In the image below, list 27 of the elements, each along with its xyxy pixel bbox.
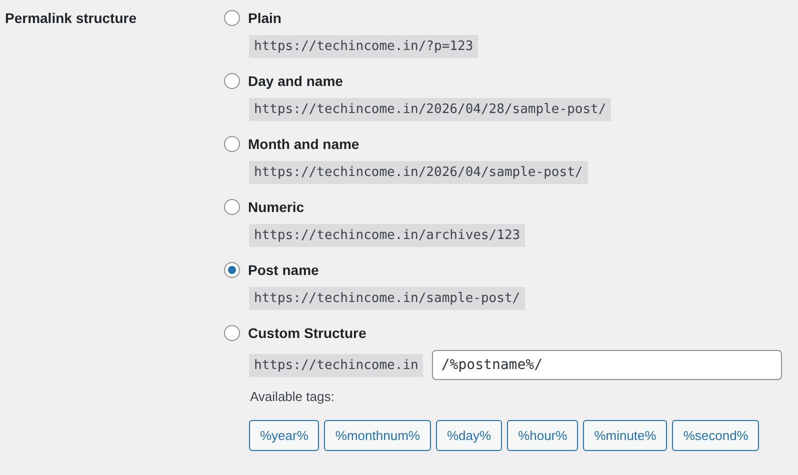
option-label[interactable]: Numeric xyxy=(248,199,304,215)
field-label: Permalink structure xyxy=(5,9,138,28)
example-url: https://techincome.in/?p=123 xyxy=(249,35,478,58)
option-label[interactable]: Plain xyxy=(248,10,282,26)
radio-button[interactable] xyxy=(224,73,240,89)
radio-button[interactable] xyxy=(224,136,240,152)
radio-button[interactable] xyxy=(224,262,240,278)
radio-button[interactable] xyxy=(224,325,240,341)
option-label[interactable]: Month and name xyxy=(248,136,360,152)
url-prefix: https://techincome.in xyxy=(249,354,424,376)
structure-input[interactable]: /%postname%/ xyxy=(432,350,782,380)
option-label[interactable]: Post name xyxy=(248,262,319,278)
option-label[interactable]: Custom Structure xyxy=(248,325,366,341)
example-url: https://techincome.in/sample-post/ xyxy=(249,287,526,310)
tag-button[interactable]: %hour% xyxy=(507,420,578,451)
example-url: https://techincome.in/2026/04/sample-post/ xyxy=(249,161,588,184)
tag-button[interactable]: %second% xyxy=(672,420,760,451)
tag-button[interactable]: %monthnum% xyxy=(324,420,431,451)
radio-button[interactable] xyxy=(224,199,240,215)
tag-button[interactable]: %year% xyxy=(249,420,320,451)
example-url: https://techincome.in/archives/123 xyxy=(249,224,526,247)
radio-button[interactable] xyxy=(224,10,240,26)
tag-button[interactable]: %minute% xyxy=(583,420,668,451)
available-tags-label: Available tags: xyxy=(250,389,336,404)
option-label[interactable]: Day and name xyxy=(248,73,343,89)
example-url: https://techincome.in/2026/04/28/sample-post/ xyxy=(249,98,612,121)
tag-button[interactable]: %day% xyxy=(436,420,502,451)
